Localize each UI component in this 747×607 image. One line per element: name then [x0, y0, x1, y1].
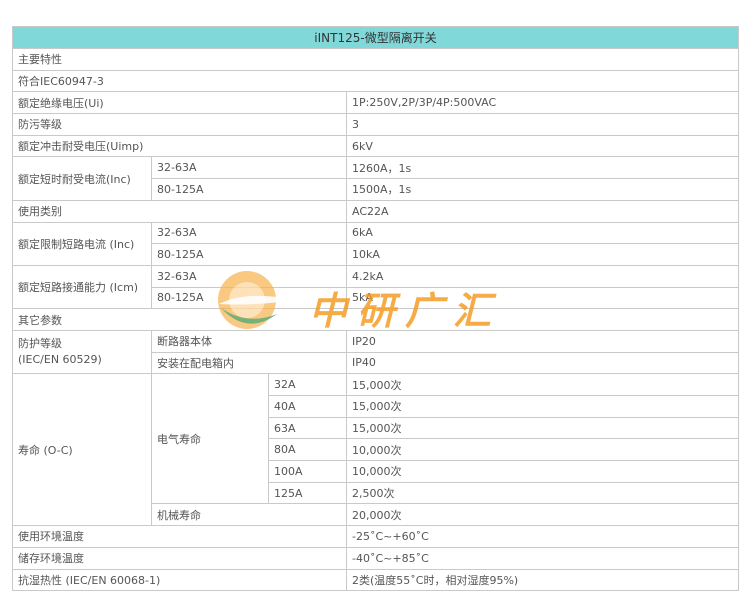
- table-row: 额定短路接通能力 (Icm) 32-63A 4.2kA: [12, 264, 739, 310]
- row-value: IP20: [346, 329, 739, 353]
- row-value: 20,000次: [346, 503, 739, 527]
- row-value: 3: [346, 113, 739, 136]
- row-label: 额定冲击耐受电压(Uimp): [12, 134, 347, 158]
- row-value: 15,000次: [346, 395, 739, 418]
- row-label: 使用类别: [12, 199, 347, 223]
- table-row: 主要特性: [12, 48, 739, 71]
- life-label: 寿命 (O-C): [12, 373, 152, 527]
- table-title: iINT125-微型隔离开关: [12, 26, 739, 49]
- rating-cell: 80A: [268, 438, 347, 462]
- rating-cell: 63A: [268, 416, 347, 440]
- row-value: 6kA: [346, 221, 739, 245]
- row-label: 额定短时耐受电流(Inc): [12, 156, 152, 201]
- table-row: 额定冲击耐受电压(Uimp) 6kV: [12, 134, 739, 158]
- electrical-life-label: 电气寿命: [151, 373, 269, 505]
- row-value: 5kA: [346, 286, 739, 310]
- row-label: 使用环境温度: [12, 525, 347, 548]
- table-row: 其它参数: [12, 308, 739, 331]
- row-value: 4.2kA: [346, 264, 739, 288]
- table-row: 符合IEC60947-3: [12, 69, 739, 93]
- range-cell: 80-125A: [151, 243, 347, 266]
- table-row: 储存环境温度 -40˚C~+85˚C: [12, 546, 739, 570]
- row-label: 额定短路接通能力 (Icm): [12, 264, 152, 310]
- table-row: 防污等级 3: [12, 113, 739, 136]
- range-cell: 32-63A: [151, 264, 347, 288]
- section-label-other-params: 其它参数: [12, 308, 739, 331]
- range-cell: 80-125A: [151, 178, 347, 201]
- table-row: 寿命 (O-C) 电气寿命 32A 15,000次: [12, 373, 739, 527]
- rating-cell: 32A: [268, 373, 347, 396]
- table-header-row: iINT125-微型隔离开关: [12, 26, 739, 49]
- row-value: 2,500次: [346, 481, 739, 505]
- table-row: 使用类别 AC22A: [12, 199, 739, 223]
- protection-label-line1: 防护等级: [18, 337, 62, 351]
- row-value: 1500A，1s: [346, 178, 739, 201]
- row-value: 15,000次: [346, 373, 739, 396]
- row-value: IP40: [346, 351, 739, 375]
- row-label: 额定限制短路电流 (Inc): [12, 221, 152, 266]
- row-value: 1P:250V,2P/3P/4P:500VAC: [346, 91, 739, 115]
- rating-cell: 125A: [268, 481, 347, 505]
- rating-cell: 40A: [268, 395, 347, 418]
- row-label: 储存环境温度: [12, 546, 347, 570]
- row-label: 额定绝缘电压(Ui): [12, 91, 347, 115]
- row-value: 2类(温度55˚C时，相对湿度95%): [346, 568, 739, 592]
- row-label: 抗湿热性 (IEC/EN 60068-1): [12, 568, 347, 592]
- row-value: AC22A: [346, 199, 739, 223]
- protection-item-name: 断路器本体: [151, 329, 347, 353]
- row-value: 10,000次: [346, 438, 739, 462]
- protection-item-name: 安装在配电箱内: [151, 351, 347, 375]
- row-value: 6kV: [346, 134, 739, 158]
- row-value: -40˚C~+85˚C: [346, 546, 739, 570]
- table-row: 防护等级 (IEC/EN 60529) 断路器本体 IP20: [12, 329, 739, 375]
- section-label-main-features: 主要特性: [12, 48, 739, 71]
- protection-label: 防护等级 (IEC/EN 60529): [12, 329, 152, 375]
- table-row: 抗湿热性 (IEC/EN 60068-1) 2类(温度55˚C时，相对湿度95%…: [12, 568, 739, 592]
- mechanical-life-label: 机械寿命: [151, 503, 347, 527]
- table-row: 额定短时耐受电流(Inc) 32-63A 1260A，1s: [12, 156, 739, 201]
- standard-label: 符合IEC60947-3: [12, 69, 739, 93]
- table-row: 额定绝缘电压(Ui) 1P:250V,2P/3P/4P:500VAC: [12, 91, 739, 115]
- table-row: 额定限制短路电流 (Inc) 32-63A 6kA: [12, 221, 739, 266]
- row-value: 15,000次: [346, 416, 739, 440]
- row-value: -25˚C~+60˚C: [346, 525, 739, 548]
- range-cell: 80-125A: [151, 286, 347, 310]
- row-label: 防污等级: [12, 113, 347, 136]
- row-value: 10,000次: [346, 460, 739, 483]
- row-value: 10kA: [346, 243, 739, 266]
- range-cell: 32-63A: [151, 221, 347, 245]
- table-row: 使用环境温度 -25˚C~+60˚C: [12, 525, 739, 548]
- spec-table: iINT125-微型隔离开关 主要特性 符合IEC60947-3 额定绝缘电压(…: [12, 26, 739, 592]
- row-value: 1260A，1s: [346, 156, 739, 180]
- rating-cell: 100A: [268, 460, 347, 483]
- protection-label-line2: (IEC/EN 60529): [18, 353, 102, 367]
- range-cell: 32-63A: [151, 156, 347, 180]
